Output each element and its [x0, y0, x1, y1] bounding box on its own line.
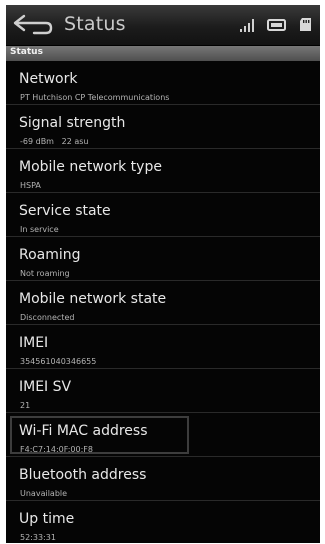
item-label: IMEI — [19, 335, 49, 351]
status-icons — [239, 17, 312, 32]
item-value: PT Hutchison CP Telecommunications — [20, 93, 170, 102]
item-label: Mobile network state — [19, 291, 167, 307]
signal-icon — [240, 18, 254, 32]
sd-card-icon — [300, 18, 311, 31]
section-header-label: Status — [10, 47, 43, 57]
status-screen: Status Status Network PT Hutchison CP Te… — [6, 5, 320, 543]
item-label: Network — [19, 71, 78, 87]
item-value: 354561040346655 — [20, 357, 97, 366]
item-value: Unavailable — [20, 489, 68, 498]
section-header: Status — [6, 46, 320, 61]
status-item-imei-sv[interactable]: IMEI SV 21 — [6, 369, 320, 413]
item-label: Bluetooth address — [19, 467, 147, 483]
item-value: -69 dBm 22 asu — [20, 137, 89, 146]
item-value: Not roaming — [20, 269, 70, 278]
status-item-roaming[interactable]: Roaming Not roaming — [6, 237, 320, 281]
item-value: HSPA — [20, 181, 41, 190]
status-item-service-state[interactable]: Service state In service — [6, 193, 320, 237]
battery-icon — [267, 18, 286, 31]
status-list: Network PT Hutchison CP Telecommunicatio… — [6, 61, 320, 543]
status-item-network[interactable]: Network PT Hutchison CP Telecommunicatio… — [6, 61, 320, 105]
item-label: Service state — [19, 203, 111, 219]
item-label: Signal strength — [19, 115, 126, 131]
status-item-imei[interactable]: IMEI 354561040346655 — [6, 325, 320, 369]
item-value: Disconnected — [20, 313, 75, 322]
title-bar: Status — [6, 5, 320, 46]
item-label: Mobile network type — [19, 159, 162, 175]
status-item-signal-strength[interactable]: Signal strength -69 dBm 22 asu — [6, 105, 320, 149]
status-item-bluetooth-address[interactable]: Bluetooth address Unavailable — [6, 457, 320, 501]
item-label: IMEI SV — [19, 379, 72, 395]
status-item-mobile-network-type[interactable]: Mobile network type HSPA — [6, 149, 320, 193]
item-value: 52:33:31 — [20, 533, 56, 542]
status-item-up-time[interactable]: Up time 52:33:31 — [6, 501, 320, 543]
item-label: Wi-Fi MAC address — [19, 423, 148, 439]
item-label: Roaming — [19, 247, 81, 263]
back-arrow-icon[interactable] — [12, 14, 54, 36]
item-label: Up time — [19, 511, 75, 527]
status-item-mobile-network-state[interactable]: Mobile network state Disconnected — [6, 281, 320, 325]
item-value: In service — [20, 225, 59, 234]
page-title: Status — [64, 13, 126, 35]
item-value: F4:C7:14:0F:00:F8 — [20, 445, 93, 454]
item-value: 21 — [20, 401, 31, 410]
status-item-wifi-mac-address[interactable]: Wi-Fi MAC address F4:C7:14:0F:00:F8 — [6, 413, 320, 457]
